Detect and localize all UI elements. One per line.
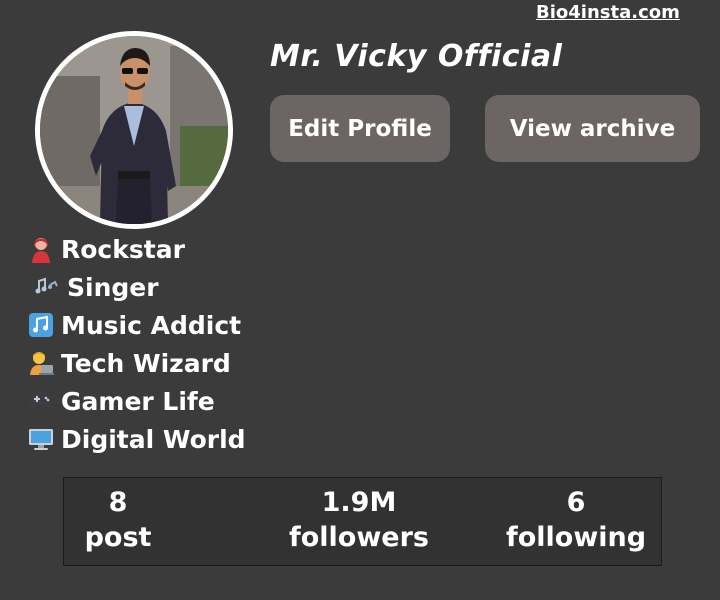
followers-count: 1.9M — [321, 487, 397, 518]
bio-text: Digital World — [61, 424, 246, 454]
post-count: 8 — [108, 487, 128, 518]
bio-line: Singer — [24, 268, 246, 306]
computer-emoji-icon — [24, 424, 57, 454]
rockstar-emoji-icon — [24, 234, 57, 264]
post-label: post — [84, 522, 152, 553]
bio-line: Gamer Life — [24, 382, 246, 420]
bio-text: Music Addict — [61, 310, 242, 340]
bio-line: Music Addict — [24, 306, 246, 344]
bio-section: Rockstar Singer Music Addict Tech Wizard… — [24, 230, 246, 458]
music-notes-emoji-icon — [30, 272, 63, 302]
profile-name: Mr. Vicky Official — [270, 39, 563, 74]
stats-panel: 8 post 1.9M followers 6 following — [63, 477, 662, 566]
bio-line: Rockstar — [24, 230, 246, 268]
followers-label: followers — [289, 522, 429, 553]
following-label: following — [506, 522, 647, 553]
stat-post[interactable]: 8 post — [78, 486, 158, 556]
bio-text: Rockstar — [61, 234, 185, 264]
bio-line: Tech Wizard — [24, 344, 246, 382]
bio-line: Digital World — [24, 420, 246, 458]
edit-profile-button[interactable]: Edit Profile — [270, 95, 450, 162]
bio-text: Singer — [67, 272, 159, 302]
bio-text: Tech Wizard — [61, 348, 231, 378]
technologist-emoji-icon — [24, 348, 57, 378]
watermark-link[interactable]: Bio4insta.com — [536, 2, 680, 23]
gamepad-emoji-icon — [24, 386, 57, 416]
bio-text: Gamer Life — [61, 386, 215, 416]
stat-followers[interactable]: 1.9M followers — [284, 486, 434, 556]
following-count: 6 — [566, 487, 586, 518]
stat-following[interactable]: 6 following — [506, 486, 646, 556]
view-archive-button[interactable]: View archive — [485, 95, 700, 162]
music-note-emoji-icon — [24, 310, 57, 340]
avatar-photo — [40, 36, 228, 224]
profile-avatar[interactable] — [35, 31, 233, 229]
